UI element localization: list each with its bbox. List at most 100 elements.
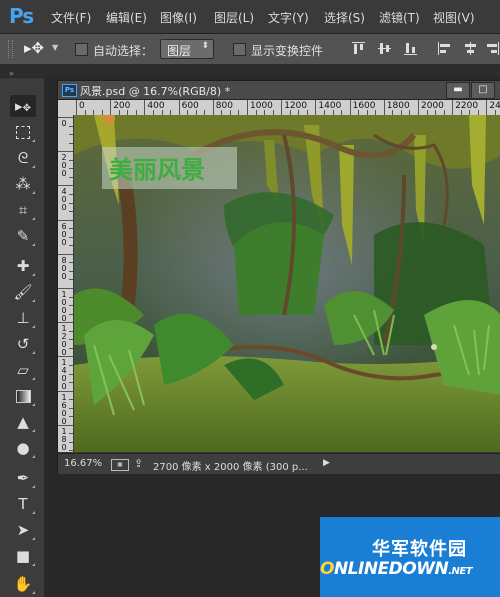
ruler-major-tick [212, 100, 214, 115]
type-tool-icon[interactable]: T [10, 493, 36, 515]
share-icon[interactable]: ⇪ [134, 457, 143, 470]
auto-select-label: 自动选择： [93, 44, 154, 58]
ruler-major-tick [247, 100, 248, 115]
pen-tool-icon[interactable]: ✒ [10, 467, 36, 489]
ruler-minor-tick [69, 176, 73, 178]
align-left-icon[interactable] [438, 42, 451, 55]
menu-select[interactable]: 选择(S) [324, 9, 365, 26]
menu-type[interactable]: 文字(Y) [268, 9, 309, 26]
rectangle-tool-icon[interactable]: ■ [10, 545, 36, 567]
maximize-button[interactable]: □ [471, 82, 495, 99]
lasso-tool-icon[interactable]: ᘓ [10, 147, 36, 169]
ruler-minor-tick [69, 168, 73, 170]
eraser-tool-icon[interactable]: ▱ [10, 359, 36, 381]
move-tool-preset-icon[interactable]: ▸✥ [24, 39, 44, 57]
menu-file[interactable]: 文件(F) [51, 9, 91, 26]
status-menu-arrow-icon[interactable]: ▶ [323, 458, 330, 468]
magic-wand-tool-icon[interactable]: ⁂ [10, 173, 36, 195]
ruler-major-tick [58, 151, 73, 153]
ruler-major-tick [315, 100, 317, 115]
history-brush-tool-icon[interactable]: ↺ [10, 333, 36, 355]
ruler-minor-tick [69, 193, 73, 195]
crop-tool-icon[interactable]: ⌗ [10, 199, 36, 221]
ruler-v-label: 800 [61, 255, 67, 281]
hand-tool-icon[interactable]: ✋ [10, 573, 36, 595]
site-watermark-logo: 华军软件园 ONLINEDOWN.NET [320, 517, 500, 597]
document-window: Ps 风景.psd @ 16.7%(RGB/8) * ▬ □ 0 200 400 60… [57, 80, 500, 474]
ruler-major-tick [349, 100, 351, 115]
menu-view[interactable]: 视图(V) [433, 9, 475, 26]
ruler-minor-tick [69, 433, 73, 435]
ruler-minor-tick [69, 339, 73, 341]
horizontal-ruler[interactable]: 0 200 400 600 800 1000 1200 1400 1600 1800 2000 220… [73, 100, 500, 115]
align-vcenter-icon[interactable] [378, 42, 391, 55]
dropdown-arrows-icon: ⬍ [201, 41, 209, 51]
ruler-v-label: 1200 [61, 324, 67, 358]
clone-stamp-tool-icon[interactable]: ⊥ [10, 307, 36, 329]
document-profile-icon[interactable]: ▣ [111, 459, 129, 471]
options-bar: ▸✥ ▼ 自动选择： 图层 ⬍ 显示变换控件 [0, 34, 500, 65]
ruler-major-tick [58, 390, 73, 392]
ruler-h-label: 2000 [421, 101, 444, 111]
ruler-h-label: 1400 [318, 101, 342, 111]
dodge-tool-icon[interactable]: ● [10, 437, 36, 459]
ruler-v-label: 0 [61, 119, 67, 128]
ruler-v-label: 200 [61, 153, 67, 179]
ruler-major-tick [486, 100, 488, 115]
ruler-minor-tick [69, 347, 73, 349]
ruler-major-tick [58, 356, 73, 358]
ruler-minor-tick [69, 159, 73, 161]
ruler-major-tick [58, 117, 73, 118]
vertical-ruler[interactable]: 0 200 400 600 800 10001200140016001800 [58, 115, 73, 452]
menu-edit[interactable]: 编辑(E) [106, 9, 147, 26]
ruler-minor-tick [69, 382, 73, 384]
ruler-minor-tick [69, 142, 73, 144]
chevron-down-icon[interactable]: ▼ [52, 43, 58, 52]
gradient-tool-icon[interactable] [10, 385, 36, 407]
ruler-major-tick [58, 219, 73, 221]
collapse-panels-icon[interactable]: » [9, 69, 15, 78]
path-selection-tool-icon[interactable]: ➤ [10, 519, 36, 541]
ruler-major-tick [418, 100, 419, 115]
ruler-minor-tick [69, 441, 73, 443]
ruler-minor-tick [69, 134, 73, 136]
ruler-minor-tick [69, 202, 73, 204]
menu-layer[interactable]: 图层(L) [214, 9, 254, 26]
move-tool-icon[interactable]: ▸✥ [10, 95, 36, 117]
menu-image[interactable]: 图像(I) [160, 9, 197, 26]
watermark-o-letter: O [320, 559, 334, 579]
align-top-icon[interactable] [352, 42, 365, 55]
canvas-title-text: 美丽风景 [109, 156, 205, 184]
eyedropper-tool-icon[interactable]: ✎ [10, 225, 36, 247]
ruler-minor-tick [69, 211, 73, 213]
psd-file-icon: Ps [62, 84, 77, 97]
ruler-v-label: 1000 [61, 290, 67, 323]
ruler-minor-tick [69, 236, 73, 238]
ruler-minor-tick [69, 125, 73, 127]
tools-panel: ▸✥ ᘓ ⁂ ⌗ ✎ ✚ 🖌 ⊥ ↺ ▱ ▲ ● ✒ T ➤ ■ ✋ [0, 78, 45, 597]
blur-tool-icon[interactable]: ▲ [10, 411, 36, 433]
watermark-cn-text: 华军软件园 [372, 539, 467, 560]
ruler-minor-tick [69, 279, 73, 281]
auto-select-checkbox[interactable] [75, 43, 88, 56]
watermark-en-rest: NLINEDOWN [333, 559, 449, 579]
minimize-button[interactable]: ▬ [446, 82, 470, 99]
ruler-h-label: 1000 [250, 101, 273, 111]
healing-brush-tool-icon[interactable]: ✚ [10, 255, 36, 277]
align-hcenter-icon[interactable] [464, 42, 477, 55]
ruler-minor-tick [69, 262, 73, 264]
zoom-level[interactable]: 16.67% [64, 458, 102, 469]
image-canvas[interactable]: 美丽风景 [74, 115, 500, 452]
marquee-tool-icon[interactable] [10, 121, 36, 143]
ruler-minor-tick [69, 305, 73, 307]
options-grip[interactable] [8, 40, 13, 58]
menu-filter[interactable]: 滤镜(T) [379, 9, 420, 26]
brush-tool-icon[interactable]: 🖌 [10, 281, 36, 303]
show-transform-checkbox[interactable] [233, 43, 246, 56]
ruler-minor-tick [69, 296, 73, 298]
align-right-icon[interactable] [486, 42, 499, 55]
document-tab[interactable]: Ps 风景.psd @ 16.7%(RGB/8) * ▬ □ [58, 81, 500, 100]
auto-select-dropdown[interactable]: 图层 ⬍ [160, 39, 214, 59]
ruler-origin[interactable] [58, 100, 74, 115]
align-bottom-icon[interactable] [404, 42, 417, 55]
